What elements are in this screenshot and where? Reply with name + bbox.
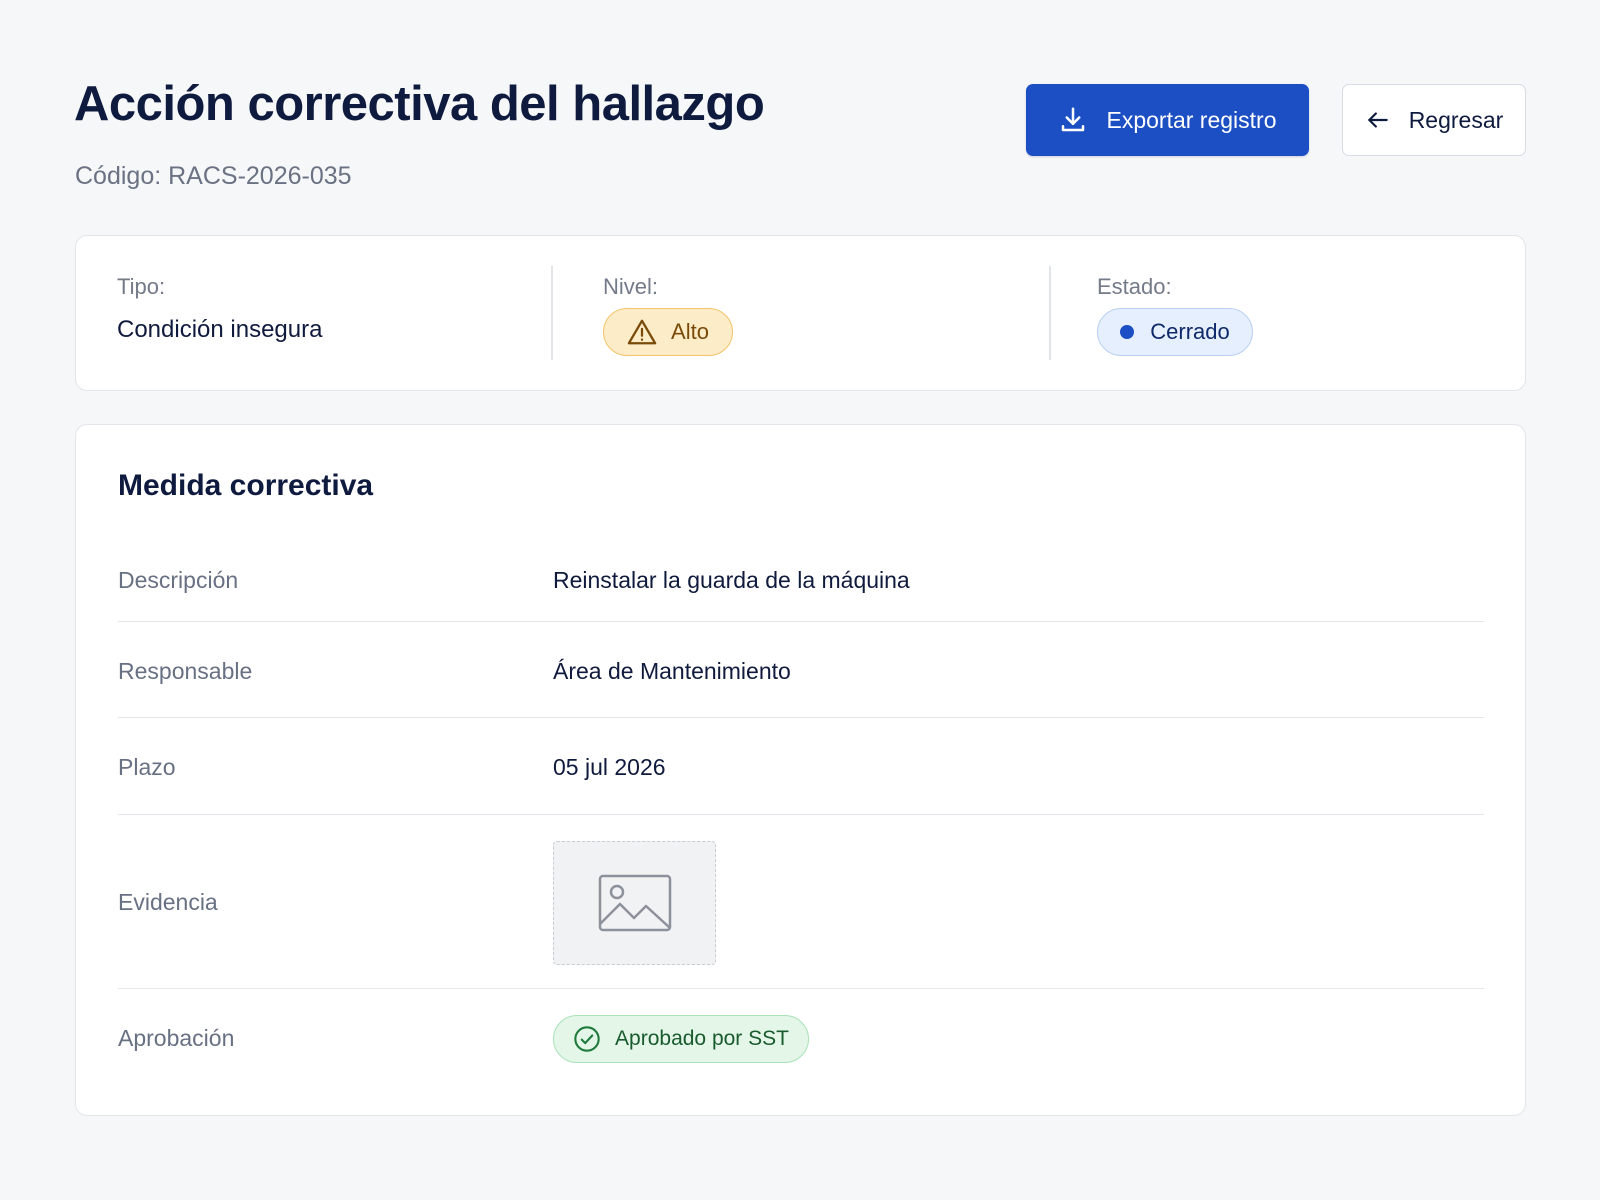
- back-button-label: Regresar: [1408, 106, 1504, 133]
- corrective-measure-card: Medida correctiva Descripción Reinstalar…: [75, 424, 1526, 1116]
- level-badge-label: Alto: [671, 319, 709, 344]
- summary-card: Tipo: Condición insegura Nivel: Alto Est…: [75, 235, 1526, 391]
- row-label: Evidencia: [118, 889, 218, 915]
- export-button[interactable]: Exportar registro: [1026, 84, 1309, 156]
- divider: [1049, 266, 1051, 360]
- approval-badge-label: Aprobado por SST: [615, 1027, 789, 1050]
- section-title: Medida correctiva: [118, 469, 374, 502]
- detail-row-deadline: Plazo 05 jul 2026: [118, 718, 1484, 815]
- row-label: Descripción: [118, 567, 239, 593]
- row-label: Aprobación: [118, 1025, 235, 1051]
- row-value: 05 jul 2026: [553, 754, 666, 780]
- page-title: Acción correctiva del hallazgo: [74, 77, 765, 131]
- state-badge-label: Cerrado: [1150, 319, 1230, 344]
- level-label: Nivel:: [603, 274, 659, 299]
- image-placeholder-icon: [598, 874, 672, 932]
- approval-badge: Aprobado por SST: [553, 1015, 809, 1063]
- detail-row-approval: Aprobación Aprobado por SST: [118, 989, 1484, 1089]
- check-circle-icon: [573, 1025, 601, 1053]
- export-button-label: Exportar registro: [1106, 106, 1277, 133]
- evidence-thumbnail[interactable]: [553, 841, 716, 965]
- row-label: Responsable: [118, 658, 253, 684]
- detail-row-responsible: Responsable Área de Mantenimiento: [118, 622, 1484, 718]
- row-value: Área de Mantenimiento: [553, 658, 791, 684]
- type-label: Tipo:: [117, 274, 166, 299]
- level-badge: Alto: [603, 308, 733, 356]
- divider: [551, 266, 553, 360]
- state-badge: Cerrado: [1097, 308, 1253, 356]
- page: Acción correctiva del hallazgo Código: R…: [0, 0, 1600, 1200]
- state-label: Estado:: [1097, 274, 1172, 299]
- detail-row-description: Descripción Reinstalar la guarda de la m…: [118, 537, 1484, 622]
- row-label: Plazo: [118, 754, 176, 780]
- dot-icon: [1120, 325, 1135, 339]
- warning-triangle-icon: [627, 318, 657, 346]
- record-code: Código: RACS-2026-035: [75, 162, 352, 190]
- detail-row-evidence: Evidencia: [118, 815, 1484, 989]
- row-value: Reinstalar la guarda de la máquina: [553, 567, 910, 593]
- type-value: Condición insegura: [117, 316, 323, 343]
- back-button[interactable]: Regresar: [1342, 84, 1526, 156]
- arrow-left-icon: [1365, 107, 1391, 133]
- download-icon: [1058, 105, 1088, 135]
